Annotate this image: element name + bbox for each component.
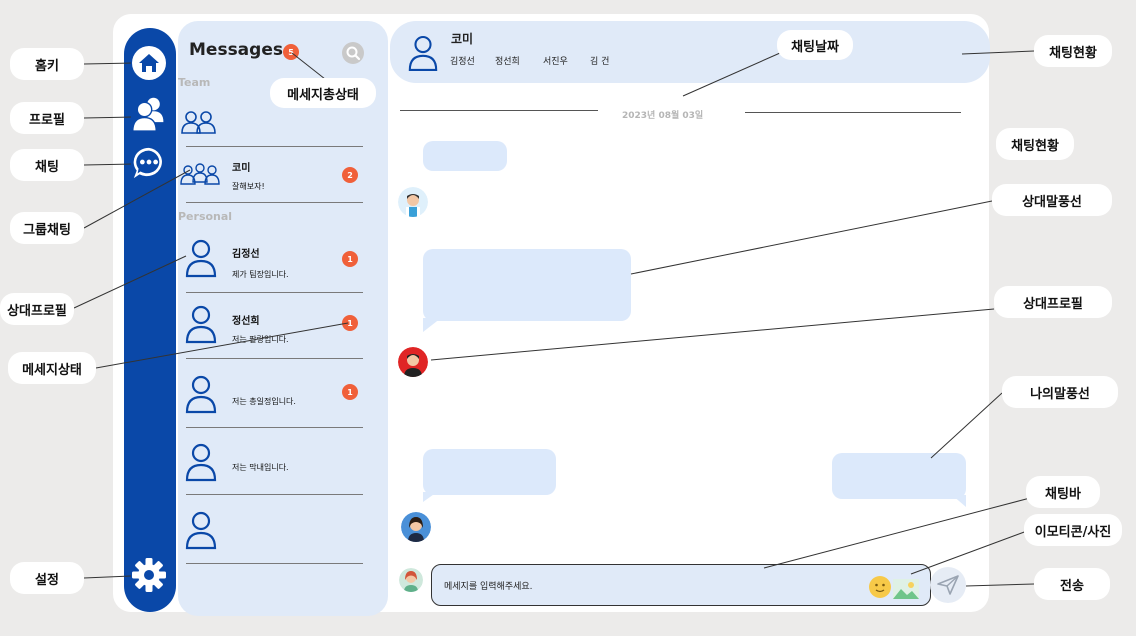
callout-group-chat: 그룹채팅 (10, 212, 84, 244)
callout-home: 홈키 (10, 48, 84, 80)
callout-profile: 프로필 (10, 102, 84, 134)
callout-chat-bar: 채팅바 (1026, 476, 1100, 508)
callout-peer-profile-right: 상대프로필 (994, 286, 1112, 318)
callout-send: 전송 (1034, 568, 1110, 600)
callout-message-status: 메세지상태 (8, 352, 96, 384)
callout-peer-profile: 상대프로필 (0, 293, 74, 325)
callout-peer-bubble: 상대말풍선 (992, 184, 1112, 216)
callout-chat-status-top: 채팅현황 (1034, 35, 1112, 67)
annotation-lines (73, 50, 1035, 587)
callout-chat-status: 채팅현황 (996, 128, 1074, 160)
callout-settings: 설정 (10, 562, 84, 594)
callout-my-bubble: 나의말풍선 (1002, 376, 1118, 408)
callout-chat-date: 채팅날짜 (777, 30, 853, 60)
callout-message-total-status: 메세지총상태 (270, 78, 376, 108)
callout-emoji-photo: 이모티콘/사진 (1024, 514, 1122, 546)
callout-chat: 채팅 (10, 149, 84, 181)
